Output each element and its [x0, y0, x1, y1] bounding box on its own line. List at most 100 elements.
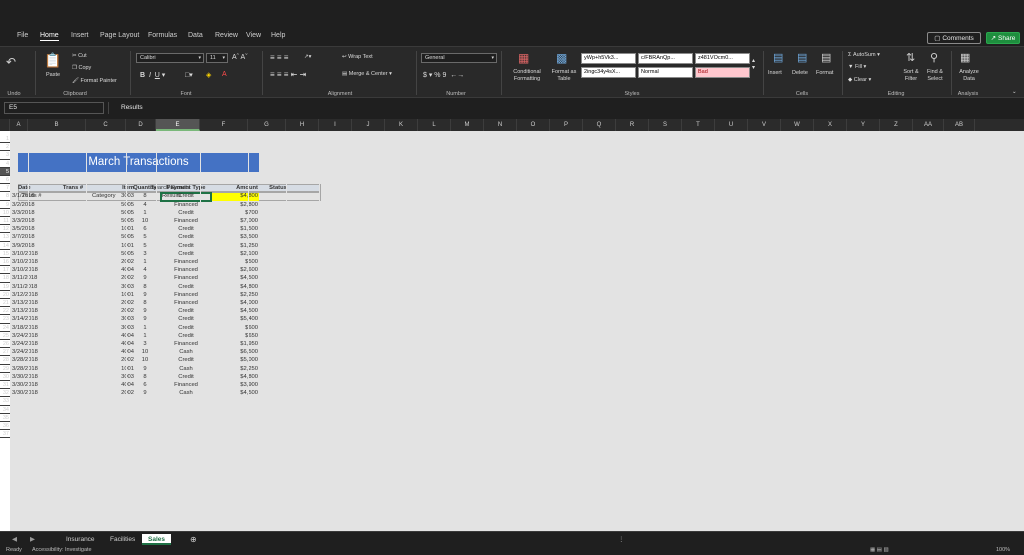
column-header-r[interactable]: R: [616, 119, 649, 131]
add-sheet-icon[interactable]: ⊕: [184, 534, 203, 545]
collapse-ribbon-icon[interactable]: ⌄: [1012, 89, 1017, 95]
cell-payment-type[interactable]: Credit: [160, 226, 212, 232]
cell-style-normal[interactable]: Normal: [638, 67, 693, 78]
column-header-a[interactable]: A: [10, 119, 28, 131]
delete-cells-icon[interactable]: ▤: [797, 51, 807, 64]
styles-scroll-icon[interactable]: ▴ ▾: [752, 57, 755, 71]
column-header-g[interactable]: G: [248, 119, 286, 131]
cell-payment-type[interactable]: Credit: [160, 243, 212, 249]
cell-amount[interactable]: $2,100: [208, 251, 258, 257]
zoom-level[interactable]: 100%: [996, 547, 1010, 553]
sheet-title[interactable]: March Transactions: [18, 153, 259, 172]
column-header-ab[interactable]: AB: [944, 119, 975, 131]
sheet-tab-facilities[interactable]: Facilities: [104, 534, 141, 545]
cell-date[interactable]: 3/11/2018: [12, 284, 67, 290]
cell-item[interactable]: 4004: [90, 333, 134, 339]
cell-date[interactable]: 3/5/2018: [12, 226, 67, 232]
cell-item[interactable]: 4004: [90, 382, 134, 388]
cell-item[interactable]: 1001: [90, 292, 134, 298]
column-header-p[interactable]: P: [550, 119, 583, 131]
cell-item[interactable]: 3003: [90, 193, 134, 199]
tab-file[interactable]: File: [17, 32, 28, 39]
row-header-26[interactable]: 26: [0, 340, 10, 349]
row-header-36[interactable]: 36: [0, 422, 10, 431]
column-header-w[interactable]: W: [781, 119, 814, 131]
cell-item[interactable]: 5005: [90, 234, 134, 240]
worksheet-grid[interactable]: A B C D E F G H I J K L M N O P Q R S T U V W X Y Z AA AB 123456789…: [0, 119, 1024, 531]
tab-data[interactable]: Data: [188, 32, 203, 39]
cell-style-5[interactable]: z481VOcm0...: [695, 53, 750, 64]
row-header-32[interactable]: 32: [0, 389, 10, 398]
row-header-2[interactable]: 2: [0, 143, 10, 152]
font-color-icon[interactable]: A: [222, 71, 227, 78]
row-header-31[interactable]: 31: [0, 381, 10, 390]
row-header-17[interactable]: 17: [0, 266, 10, 275]
row-header-37[interactable]: 37: [0, 430, 10, 439]
column-header-s[interactable]: S: [649, 119, 682, 131]
border-icon[interactable]: □▾: [185, 71, 193, 79]
tab-review[interactable]: Review: [215, 32, 238, 39]
align-left-icon[interactable]: ≡ ≡ ≡ ⇤ ⇥: [270, 70, 306, 79]
row-header-10[interactable]: 10: [0, 209, 10, 217]
cell-amount[interactable]: $5,000: [208, 357, 258, 363]
column-header-m[interactable]: M: [451, 119, 484, 131]
format-as-table-icon[interactable]: ▩: [556, 51, 567, 65]
find-select-icon[interactable]: ⚲: [930, 51, 938, 64]
cell-date[interactable]: 3/10/2018: [12, 259, 67, 265]
font-grow-shrink-icon[interactable]: Aˆ Aˇ: [232, 54, 248, 61]
cell-amount[interactable]: $4,500: [208, 275, 258, 281]
cell-payment-type[interactable]: Credit: [160, 234, 212, 240]
cell-payment-type[interactable]: Financed: [160, 275, 212, 281]
format-as-table-button[interactable]: Format as Table: [549, 69, 579, 82]
cell-date[interactable]: 3/13/2018: [12, 308, 67, 314]
column-header-c[interactable]: C: [86, 119, 126, 131]
row-header-4[interactable]: 4: [0, 160, 10, 168]
cell-date[interactable]: 3/2/2018: [12, 202, 67, 208]
tab-help[interactable]: Help: [271, 32, 285, 39]
cell-date[interactable]: 3/12/2018: [12, 292, 67, 298]
row-header-19[interactable]: 19: [0, 283, 10, 291]
cell-item[interactable]: 2002: [90, 300, 134, 306]
header-amount[interactable]: Amount: [208, 185, 258, 191]
paste-button[interactable]: Paste: [46, 72, 60, 79]
header-status[interactable]: Status: [260, 185, 296, 191]
cell-item[interactable]: 3003: [90, 284, 134, 290]
cell-style-bad[interactable]: Bad: [695, 67, 750, 78]
cell-item[interactable]: 2002: [90, 390, 134, 396]
column-header-x[interactable]: X: [814, 119, 847, 131]
row-header-12[interactable]: 12: [0, 225, 10, 234]
column-header-u[interactable]: U: [715, 119, 748, 131]
tab-insert[interactable]: Insert: [71, 32, 89, 39]
font-size-combo[interactable]: 11 ▾: [206, 53, 228, 63]
cell-style-2[interactable]: 2ingc34y4sX...: [581, 67, 636, 78]
cell-date[interactable]: 3/10/2018: [12, 251, 67, 257]
row-header-35[interactable]: 35: [0, 414, 10, 422]
paste-icon[interactable]: 📋: [44, 52, 61, 69]
cell-payment-type[interactable]: Cash: [160, 366, 212, 372]
header-payment-type[interactable]: Payment Type: [160, 185, 212, 191]
row-header-30[interactable]: 30: [0, 373, 10, 381]
row-header-11[interactable]: 11: [0, 217, 10, 226]
cell-amount[interactable]: $700: [208, 210, 258, 216]
cell-amount[interactable]: $5,400: [208, 316, 258, 322]
row-header-7[interactable]: 7: [0, 184, 10, 193]
cell-amount[interactable]: $4,800: [208, 284, 258, 290]
sheet-tab-sales[interactable]: Sales: [142, 534, 171, 545]
cell-item[interactable]: 2002: [90, 259, 134, 265]
next-sheet-icon[interactable]: ▶: [24, 534, 41, 545]
sort-filter-button[interactable]: Sort & Filter: [898, 69, 924, 82]
column-header-z[interactable]: Z: [880, 119, 913, 131]
orientation-icon[interactable]: ↗▾: [304, 54, 311, 60]
wrap-text-button[interactable]: ↩ Wrap Text: [342, 54, 373, 60]
row-header-8[interactable]: 8: [0, 192, 10, 201]
row-header-24[interactable]: 24: [0, 324, 10, 332]
row-header-1[interactable]: 1: [0, 135, 10, 144]
column-header-t[interactable]: T: [682, 119, 715, 131]
cell-payment-type[interactable]: Financed: [160, 341, 212, 347]
cell-date[interactable]: 3/24/2018: [12, 333, 67, 339]
analyze-data-icon[interactable]: ▦: [960, 51, 970, 64]
cell-payment-type[interactable]: Financed: [160, 300, 212, 306]
insert-cells-icon[interactable]: ▤: [773, 51, 783, 64]
cell-payment-type[interactable]: Financed: [160, 202, 212, 208]
cell-date[interactable]: 3/28/2018: [12, 357, 67, 363]
